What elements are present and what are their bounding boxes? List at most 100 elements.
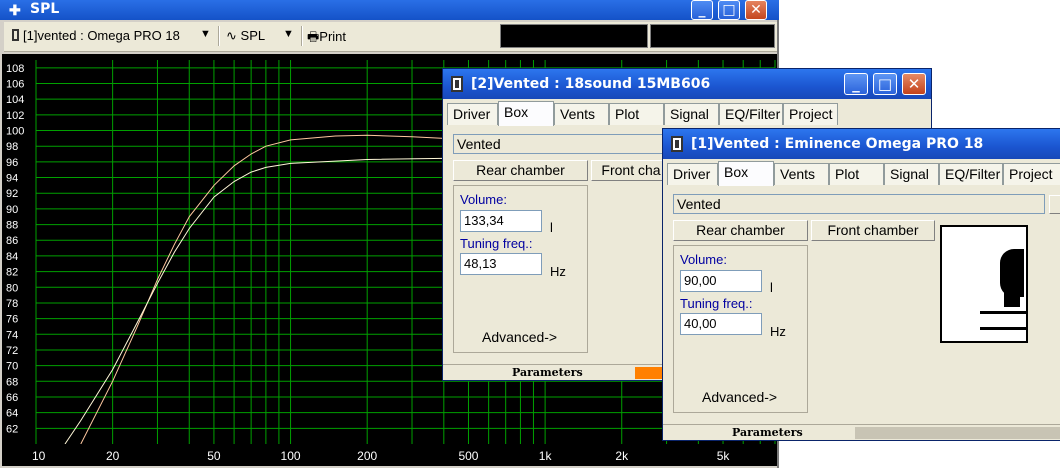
status-bar: Parameters — [663, 424, 1060, 440]
advanced-button[interactable]: Advanced-> — [702, 389, 777, 405]
readout-box-2 — [650, 24, 775, 48]
x-tick-label: 100 — [281, 449, 301, 463]
maximize-icon: □ — [877, 75, 893, 93]
status-progress — [855, 427, 1060, 439]
close-icon: ✕ — [907, 75, 921, 93]
rear-chamber-group: Volume: 90,00 l Tuning freq.: 40,00 Hz A… — [673, 245, 808, 413]
maximize-icon: □ — [722, 2, 736, 18]
tab-box[interactable]: Box — [718, 161, 774, 186]
app-icon: ✚ — [9, 2, 21, 18]
tuning-freq-input[interactable]: 40,00 — [680, 313, 762, 335]
y-tick-label: 74 — [6, 329, 18, 341]
y-tick-label: 68 — [6, 376, 18, 388]
x-tick-label: 1k — [539, 449, 553, 463]
y-tick-label: 62 — [6, 423, 18, 435]
project-select[interactable]: [1]vented : Omega PRO 18 — [12, 28, 180, 43]
tab-signal[interactable]: Signal — [884, 163, 939, 185]
y-tick-label: 92 — [6, 188, 18, 200]
volume-input[interactable]: 133,34 — [460, 210, 542, 232]
y-tick-label: 84 — [6, 251, 18, 263]
dialog-eminence: [1]Vented : Eminence Omega PRO 18 Driver… — [662, 128, 1060, 441]
waveform-icon: ∿ — [226, 28, 237, 43]
vent-line — [980, 327, 1028, 330]
minimize-icon: _ — [698, 2, 706, 18]
close-icon: ✕ — [750, 2, 762, 18]
dialog-eminence-title: [1]Vented : Eminence Omega PRO 18 — [691, 136, 984, 152]
x-tick-label: 10 — [32, 449, 46, 463]
y-tick-label: 96 — [6, 157, 18, 169]
printer-icon: 🖶 — [307, 29, 320, 44]
rear-chamber-group: Volume: 133,34 l Tuning freq.: 48,13 Hz … — [453, 185, 588, 353]
status-label: Parameters — [732, 426, 803, 439]
maximize-button[interactable]: □ — [718, 0, 740, 20]
y-tick-label: 70 — [6, 361, 18, 373]
tab-project[interactable]: Project — [1003, 163, 1060, 185]
rear-chamber-button[interactable]: Rear chamber — [673, 220, 808, 241]
tab-driver[interactable]: Driver — [447, 103, 498, 125]
spl-titlebar[interactable]: ✚ SPL _ □ ✕ — [0, 0, 779, 20]
front-chamber-button[interactable]: Front cha — [591, 160, 671, 181]
rear-chamber-button[interactable]: Rear chamber — [453, 160, 588, 181]
tab-vents[interactable]: Vents — [774, 163, 829, 185]
volume-input[interactable]: 90,00 — [680, 270, 762, 292]
front-chamber-button[interactable]: Front chamber — [811, 220, 935, 241]
dialog-18sound-titlebar[interactable]: [2]Vented : 18sound 15MB606 _ □ ✕ — [443, 69, 931, 99]
y-tick-label: 88 — [6, 220, 18, 232]
dialog-eminence-titlebar[interactable]: [1]Vented : Eminence Omega PRO 18 — [663, 129, 1060, 159]
y-tick-label: 90 — [6, 204, 18, 216]
y-tick-label: 78 — [6, 298, 18, 310]
print-button[interactable]: 🖶Print — [307, 28, 346, 50]
x-tick-label: 5k — [717, 449, 731, 463]
tab-plot[interactable]: Plot — [829, 163, 884, 185]
chevron-down-icon[interactable]: ▼ — [283, 28, 294, 40]
tab-project[interactable]: Project — [783, 103, 838, 125]
tab-driver[interactable]: Driver — [667, 163, 718, 185]
y-tick-label: 80 — [6, 282, 18, 294]
tuning-freq-label: Tuning freq.: — [680, 296, 753, 311]
toolbar-separator — [301, 26, 303, 46]
minimize-button[interactable]: _ — [844, 73, 868, 95]
enclosure-diagram — [940, 225, 1028, 343]
box-type-field[interactable]: Vented — [453, 134, 668, 154]
y-tick-label: 66 — [6, 392, 18, 404]
vent-line — [980, 311, 1028, 314]
close-button[interactable]: ✕ — [745, 0, 767, 20]
y-tick-label: 102 — [6, 110, 24, 122]
tab-eq-filter[interactable]: EQ/Filter — [719, 103, 783, 125]
x-tick-label: 50 — [207, 449, 221, 463]
volume-label: Volume: — [680, 252, 727, 267]
spl-window-title: SPL — [30, 1, 60, 17]
y-tick-label: 86 — [6, 235, 18, 247]
view-select[interactable]: ∿ SPL — [226, 28, 265, 44]
box-type-dropdown[interactable] — [1049, 195, 1060, 214]
tuning-freq-input[interactable]: 48,13 — [460, 253, 542, 275]
y-tick-label: 108 — [6, 63, 24, 75]
advanced-button[interactable]: Advanced-> — [482, 329, 557, 345]
box-icon — [12, 29, 19, 41]
toolbar-separator — [218, 26, 220, 46]
volume-unit: l — [770, 280, 773, 295]
minimize-button[interactable]: _ — [691, 0, 713, 20]
y-tick-label: 104 — [6, 94, 24, 106]
tab-box[interactable]: Box — [498, 101, 554, 126]
y-tick-label: 72 — [6, 345, 18, 357]
y-tick-label: 82 — [6, 267, 18, 279]
tab-signal[interactable]: Signal — [664, 103, 719, 125]
tab-plot[interactable]: Plot — [609, 103, 664, 125]
box-icon — [671, 136, 683, 152]
tab-vents[interactable]: Vents — [554, 103, 609, 125]
x-tick-label: 2k — [615, 449, 629, 463]
y-tick-label: 76 — [6, 314, 18, 326]
tab-eq-filter[interactable]: EQ/Filter — [939, 163, 1003, 185]
close-button[interactable]: ✕ — [902, 73, 926, 95]
status-label: Parameters — [512, 366, 583, 379]
box-type-field[interactable]: Vented — [673, 194, 1045, 214]
tuning-freq-label: Tuning freq.: — [460, 236, 533, 251]
chevron-down-icon[interactable]: ▼ — [200, 28, 211, 40]
y-tick-label: 106 — [6, 79, 24, 91]
dialog-18sound-title: [2]Vented : 18sound 15MB606 — [471, 76, 711, 92]
volume-label: Volume: — [460, 192, 507, 207]
maximize-button[interactable]: □ — [873, 73, 897, 95]
y-tick-label: 100 — [6, 126, 24, 138]
y-tick-label: 64 — [6, 408, 18, 420]
